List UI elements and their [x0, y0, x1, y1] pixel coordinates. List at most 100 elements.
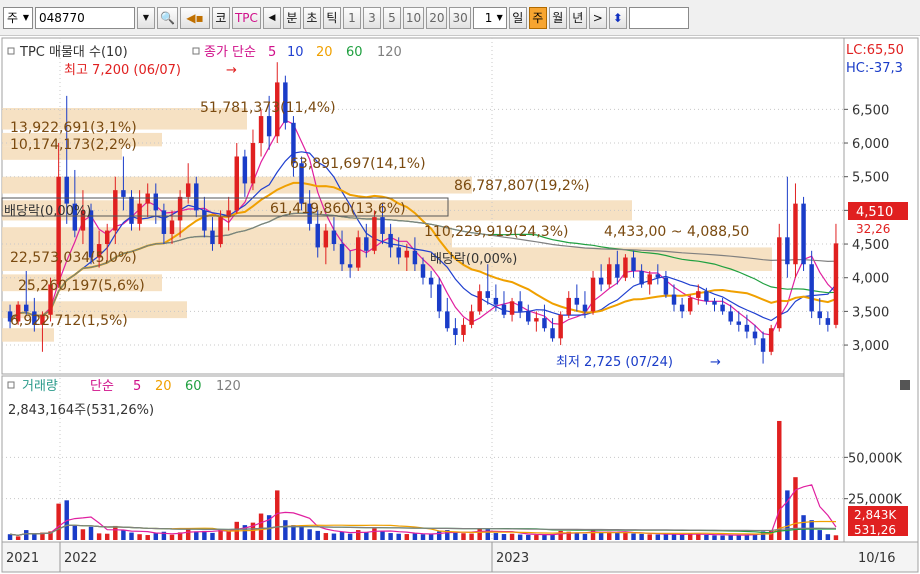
extra-input[interactable]: [628, 6, 689, 29]
dividend-label: 배당락(0,00%): [430, 252, 517, 267]
profile-band: [2, 328, 54, 342]
ma-legend: 종가 단순: [204, 45, 256, 60]
week-button[interactable]: 주: [528, 6, 547, 29]
candle-body: [428, 277, 434, 285]
profile-label: 63,891,697(14,1%): [290, 156, 426, 172]
second-label: 초: [306, 11, 318, 25]
high-label: 최고 7,200 (06/07): [64, 63, 181, 78]
volume-bar: [153, 533, 159, 540]
day-button[interactable]: 일: [508, 6, 527, 29]
vma5-legend: 5: [133, 379, 141, 394]
chevron-down-icon: ▼: [22, 13, 29, 22]
market-select[interactable]: 주 ▼: [3, 6, 33, 29]
volume-bar: [291, 525, 296, 540]
year-button[interactable]: 년: [568, 6, 587, 29]
candle-body: [420, 264, 426, 278]
candle-body: [493, 297, 499, 305]
vma20-legend: 20: [155, 379, 172, 394]
speaker-icon: ◀▪: [186, 10, 204, 25]
volume-bar: [331, 533, 337, 540]
period-30-button[interactable]: 30: [449, 6, 471, 29]
candle-body: [242, 156, 248, 184]
candle-body: [380, 217, 385, 234]
count-value: 1: [484, 10, 493, 25]
volume-bar: [396, 533, 401, 540]
stock-code-input[interactable]: 048770: [35, 6, 135, 29]
profile-label: 25,260,197(5,6%): [18, 278, 145, 294]
candle-body: [24, 304, 29, 312]
lc-label: LC:65,50: [846, 43, 904, 58]
period-5-button[interactable]: 5: [382, 6, 401, 29]
period-label: 1: [348, 10, 356, 25]
volume-bar: [493, 533, 499, 540]
volume-bar: [696, 534, 701, 540]
second-button[interactable]: 초: [302, 6, 321, 29]
tick-button[interactable]: 틱: [322, 6, 341, 29]
candle-body: [56, 176, 61, 285]
volume-bar: [436, 531, 442, 540]
candle-body: [469, 311, 474, 325]
sort-button[interactable]: ⬍: [608, 6, 627, 29]
volume-bar: [24, 530, 29, 540]
candle-body: [372, 217, 377, 251]
price-tick-label: 6,500: [852, 103, 889, 118]
volume-bar: [428, 534, 434, 540]
panel-close-icon[interactable]: [900, 380, 910, 390]
candle-body: [615, 264, 620, 278]
current-price: 4,510: [856, 205, 893, 220]
candle-body: [704, 291, 709, 302]
profile-label: 13,922,691(3,1%): [10, 120, 137, 136]
volume-bar: [88, 526, 94, 540]
candle-body: [436, 284, 442, 312]
legend-square-icon: [7, 47, 15, 55]
stock-name-button[interactable]: TPC: [231, 6, 261, 29]
candle-body: [388, 233, 393, 248]
count-select[interactable]: 1 ▼: [472, 6, 507, 29]
search-button[interactable]: 🔍: [157, 6, 178, 29]
day-label: 일: [512, 11, 524, 25]
profile-label: 86,787,807(19,2%): [454, 178, 590, 194]
volume-bar: [339, 531, 345, 540]
next-label: >: [592, 10, 603, 25]
minute-button[interactable]: 분: [282, 6, 301, 29]
candle-body: [355, 237, 361, 268]
period-10-button[interactable]: 10: [402, 6, 425, 29]
volume-bar: [663, 534, 669, 540]
volume-bar: [56, 503, 61, 540]
candle-body: [331, 230, 337, 245]
volume-bar: [202, 530, 207, 540]
x-label: 2023: [496, 551, 529, 566]
volume-bar: [598, 532, 604, 540]
current-volume-pct: 531,26: [854, 523, 896, 537]
volume-bar: [364, 532, 369, 540]
candle-body: [137, 203, 142, 224]
candle-body: [744, 324, 750, 332]
item-button[interactable]: 코: [211, 6, 230, 29]
candle-body: [671, 294, 677, 305]
candle-body: [258, 116, 264, 144]
next-button[interactable]: >: [588, 6, 607, 29]
ma10-legend: 10: [287, 45, 304, 60]
candle-body: [218, 217, 223, 245]
volume-bar: [307, 529, 312, 540]
prev-button[interactable]: ◀: [262, 6, 281, 29]
candle-body: [752, 331, 758, 339]
candle-body: [129, 196, 134, 224]
period-1-button[interactable]: 1: [342, 6, 361, 29]
item-label: 코: [215, 11, 227, 25]
candle-body: [687, 297, 693, 312]
month-button[interactable]: 월: [548, 6, 567, 29]
volume-bar: [501, 534, 507, 540]
candle-body: [234, 156, 239, 211]
sound-button[interactable]: ◀▪: [179, 6, 210, 29]
volume-bar: [80, 529, 86, 540]
volume-bar: [453, 532, 458, 540]
profile-label: 110,229,919(24,3%): [424, 224, 568, 240]
price-tick-label: 4,500: [852, 238, 889, 253]
period-20-button[interactable]: 20: [426, 6, 448, 29]
period-3-button[interactable]: 3: [362, 6, 381, 29]
code-dropdown-button[interactable]: ▼: [137, 6, 155, 29]
candle-body: [720, 304, 725, 312]
range-label: 4,433,00 ~ 4,088,50: [604, 224, 749, 240]
volume-bar: [145, 535, 150, 540]
